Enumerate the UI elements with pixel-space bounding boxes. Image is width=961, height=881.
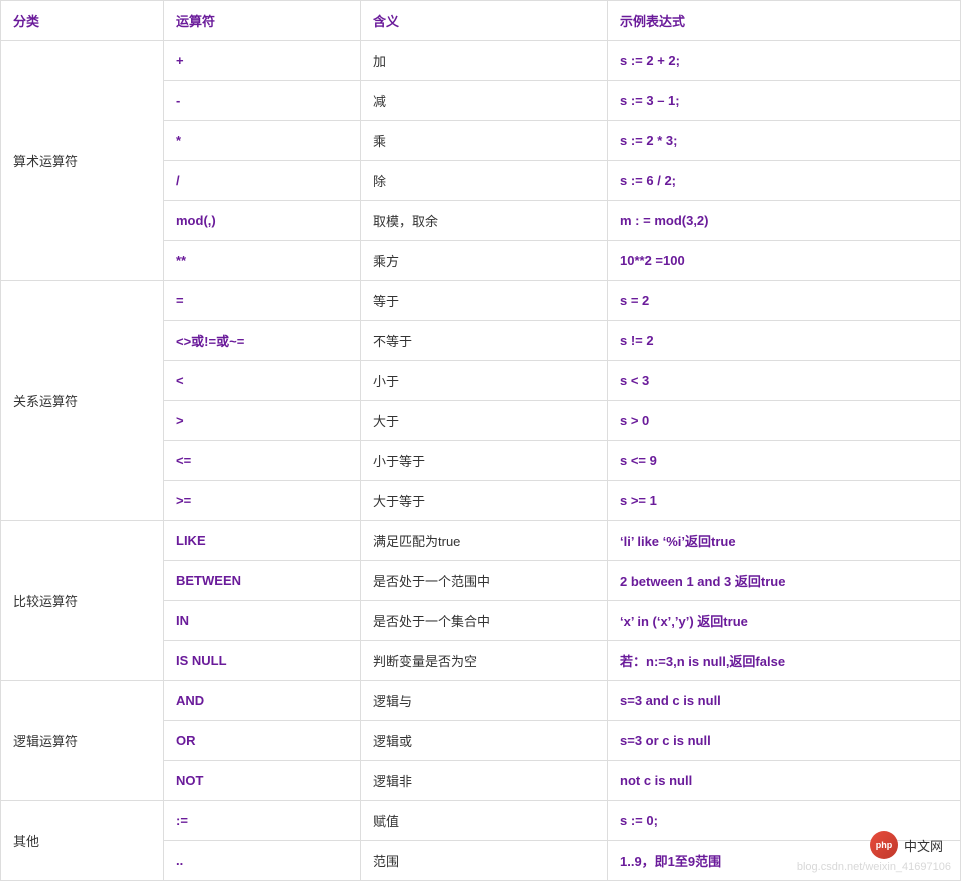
example-cell: s <= 9 — [608, 441, 961, 481]
site-label: 中文网 — [904, 836, 943, 855]
header-row: 分类 运算符 含义 示例表达式 — [1, 1, 961, 41]
header-category: 分类 — [1, 1, 164, 41]
meaning-cell: 赋值 — [361, 801, 608, 841]
operator-cell: >= — [164, 481, 361, 521]
category-cell: 逻辑运算符 — [1, 681, 164, 801]
meaning-cell: 逻辑与 — [361, 681, 608, 721]
table-row: 逻辑运算符AND逻辑与s=3 and c is null — [1, 681, 961, 721]
header-meaning: 含义 — [361, 1, 608, 41]
operator-cell: > — [164, 401, 361, 441]
php-logo-icon: php — [870, 831, 898, 859]
example-cell: s < 3 — [608, 361, 961, 401]
example-cell: s != 2 — [608, 321, 961, 361]
operator-cell: := — [164, 801, 361, 841]
meaning-cell: 是否处于一个集合中 — [361, 601, 608, 641]
meaning-cell: 范围 — [361, 841, 608, 881]
operator-cell: * — [164, 121, 361, 161]
meaning-cell: 大于 — [361, 401, 608, 441]
operator-cell: ** — [164, 241, 361, 281]
meaning-cell: 满足匹配为true — [361, 521, 608, 561]
example-cell: s=3 and c is null — [608, 681, 961, 721]
operator-cell: = — [164, 281, 361, 321]
table-row: 算术运算符+加s := 2 + 2; — [1, 41, 961, 81]
operator-cell: NOT — [164, 761, 361, 801]
meaning-cell: 是否处于一个范围中 — [361, 561, 608, 601]
table-row: 比较运算符LIKE满足匹配为true‘li’ like ‘%i’返回true — [1, 521, 961, 561]
category-cell: 比较运算符 — [1, 521, 164, 681]
example-cell: s := 2 + 2; — [608, 41, 961, 81]
operator-cell: < — [164, 361, 361, 401]
example-cell: s := 2 * 3; — [608, 121, 961, 161]
example-cell: s = 2 — [608, 281, 961, 321]
operator-cell: AND — [164, 681, 361, 721]
example-cell: ‘li’ like ‘%i’返回true — [608, 521, 961, 561]
operator-cell: IS NULL — [164, 641, 361, 681]
operator-cell: .. — [164, 841, 361, 881]
meaning-cell: 加 — [361, 41, 608, 81]
meaning-cell: 减 — [361, 81, 608, 121]
category-cell: 算术运算符 — [1, 41, 164, 281]
operator-cell: <= — [164, 441, 361, 481]
header-operator: 运算符 — [164, 1, 361, 41]
example-cell: s=3 or c is null — [608, 721, 961, 761]
example-cell: not c is null — [608, 761, 961, 801]
operator-cell: OR — [164, 721, 361, 761]
example-cell: s := 3 – 1; — [608, 81, 961, 121]
meaning-cell: 不等于 — [361, 321, 608, 361]
example-cell: s := 6 / 2; — [608, 161, 961, 201]
example-cell: s > 0 — [608, 401, 961, 441]
table-row: 关系运算符=等于s = 2 — [1, 281, 961, 321]
example-cell: s >= 1 — [608, 481, 961, 521]
operator-cell: + — [164, 41, 361, 81]
table-row: 其他:=赋值s := 0; — [1, 801, 961, 841]
meaning-cell: 大于等于 — [361, 481, 608, 521]
operator-cell: BETWEEN — [164, 561, 361, 601]
example-cell: m : = mod(3,2) — [608, 201, 961, 241]
operator-table: 分类 运算符 含义 示例表达式 算术运算符+加s := 2 + 2;-减s :=… — [0, 0, 961, 881]
example-cell: ‘x’ in (‘x’,’y’) 返回true — [608, 601, 961, 641]
meaning-cell: 小于等于 — [361, 441, 608, 481]
meaning-cell: 逻辑非 — [361, 761, 608, 801]
operator-cell: - — [164, 81, 361, 121]
category-cell: 关系运算符 — [1, 281, 164, 521]
operator-cell: IN — [164, 601, 361, 641]
operator-cell: / — [164, 161, 361, 201]
meaning-cell: 判断变量是否为空 — [361, 641, 608, 681]
example-cell: 2 between 1 and 3 返回true — [608, 561, 961, 601]
operator-cell: mod(,) — [164, 201, 361, 241]
site-badge: php 中文网 — [870, 831, 943, 859]
meaning-cell: 等于 — [361, 281, 608, 321]
operator-cell: LIKE — [164, 521, 361, 561]
category-cell: 其他 — [1, 801, 164, 881]
meaning-cell: 乘方 — [361, 241, 608, 281]
meaning-cell: 逻辑或 — [361, 721, 608, 761]
header-example: 示例表达式 — [608, 1, 961, 41]
meaning-cell: 取模，取余 — [361, 201, 608, 241]
meaning-cell: 除 — [361, 161, 608, 201]
meaning-cell: 乘 — [361, 121, 608, 161]
example-cell: 若：n:=3,n is null,返回false — [608, 641, 961, 681]
meaning-cell: 小于 — [361, 361, 608, 401]
operator-cell: <>或!=或~= — [164, 321, 361, 361]
example-cell: 10**2 =100 — [608, 241, 961, 281]
